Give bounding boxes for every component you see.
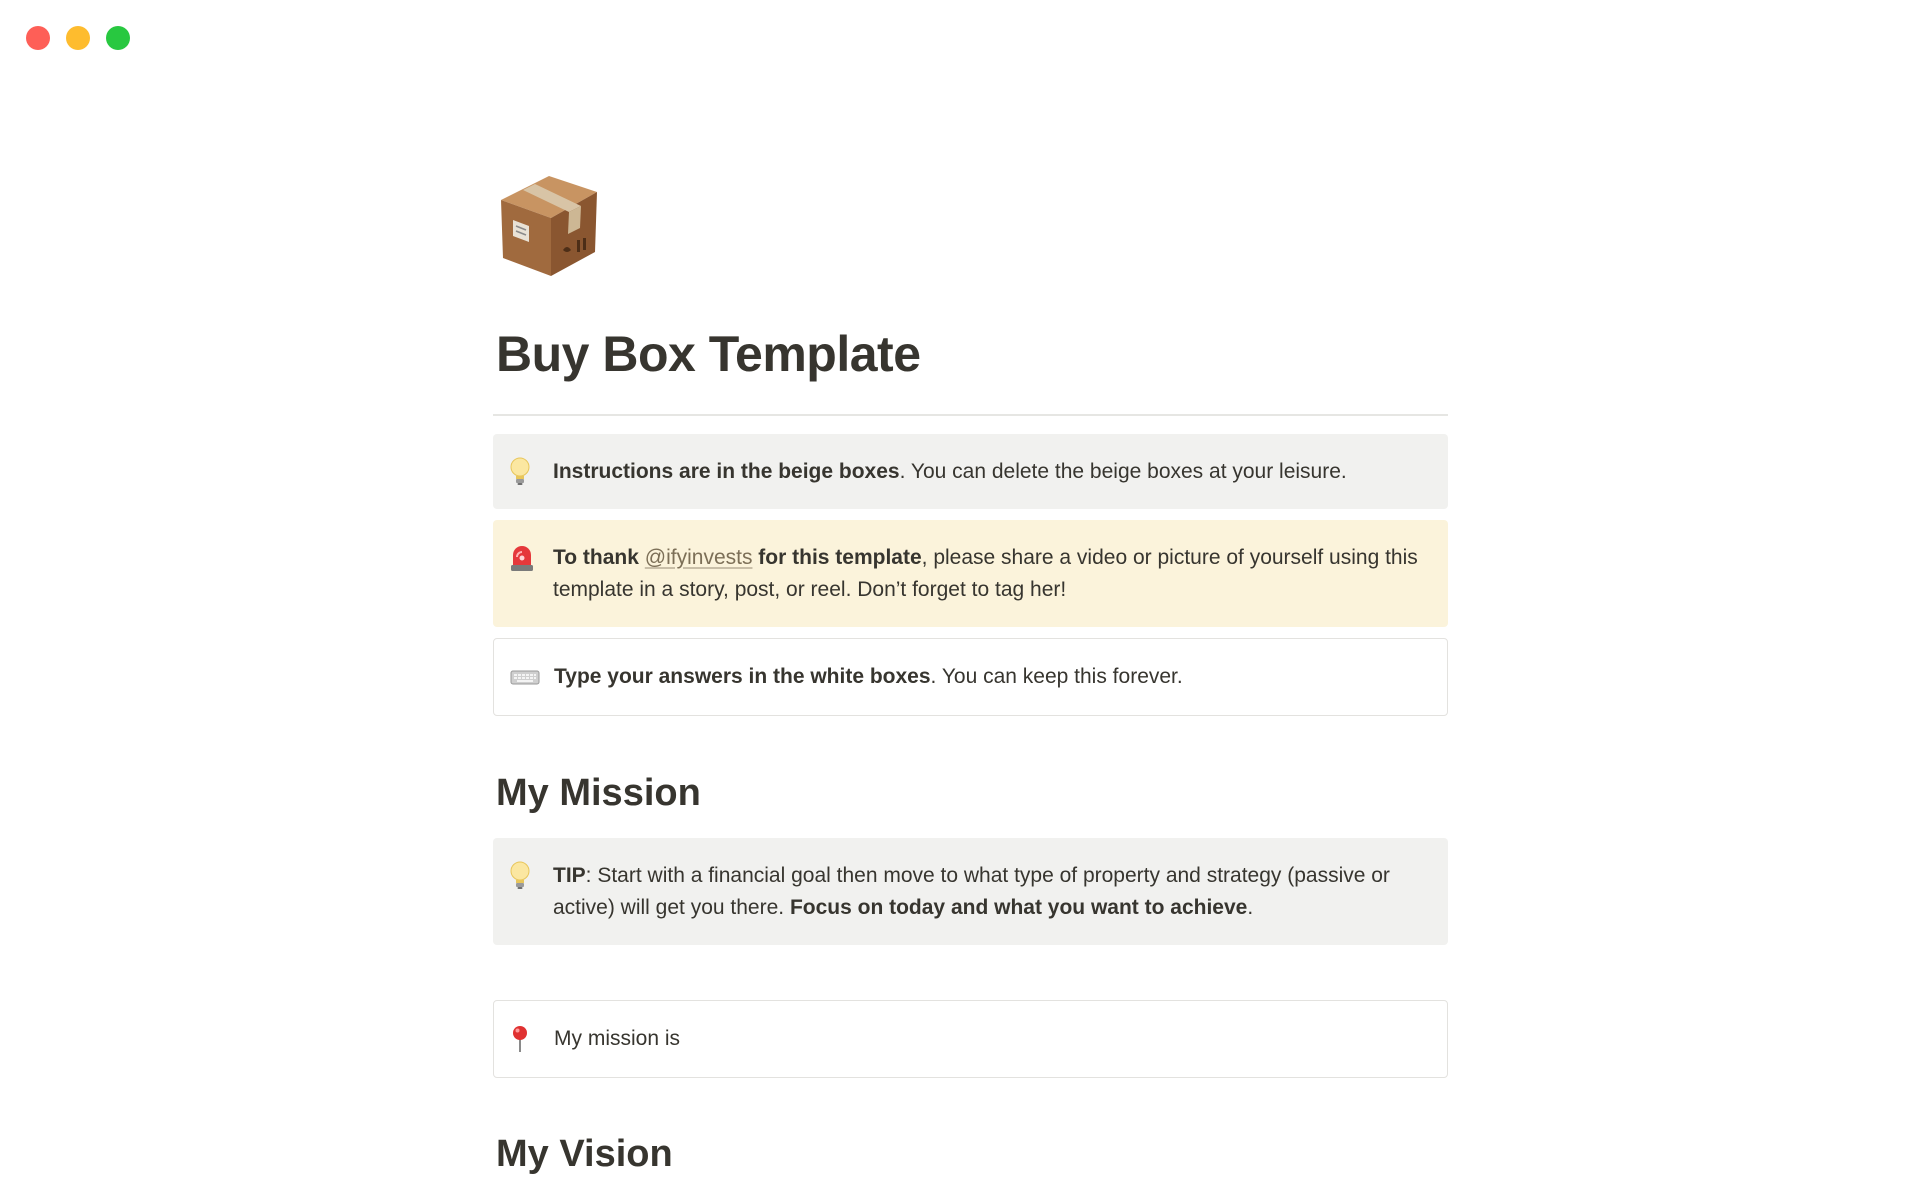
tip-label: TIP <box>553 864 586 887</box>
package-box-icon[interactable] <box>493 168 605 280</box>
siren-icon <box>509 542 553 574</box>
lightbulb-icon <box>509 456 553 488</box>
callout-bold-text: To thank <box>553 546 645 569</box>
callout-text: . <box>1247 896 1254 919</box>
callout-thank-you[interactable]: To thank @ifyinvests for this template, … <box>493 520 1448 627</box>
callout-mission-tip-text: TIP: Start with a financial goal then mo… <box>553 860 1428 924</box>
heading-my-vision[interactable]: My Vision <box>496 1133 673 1176</box>
mention-link[interactable]: @ifyinvests <box>645 546 753 569</box>
callout-white-boxes-text: Type your answers in the white boxes. Yo… <box>554 661 1427 693</box>
callout-thank-you-text: To thank @ifyinvests for this template, … <box>553 542 1428 606</box>
close-window-button[interactable] <box>26 26 50 50</box>
round-pushpin-icon <box>510 1023 554 1055</box>
maximize-window-button[interactable] <box>106 26 130 50</box>
callout-bold-text: for this template <box>752 546 922 569</box>
app-window: Buy Box Template Instructions are in the… <box>0 0 1920 1200</box>
heading-my-mission[interactable]: My Mission <box>496 772 701 815</box>
callout-instructions[interactable]: Instructions are in the beige boxes. You… <box>493 434 1448 509</box>
keyboard-icon <box>510 661 554 693</box>
minimize-window-button[interactable] <box>66 26 90 50</box>
page-title[interactable]: Buy Box Template <box>496 325 921 383</box>
callout-instructions-text: Instructions are in the beige boxes. You… <box>553 456 1428 488</box>
callout-text: . You can delete the beige boxes at your… <box>899 460 1347 483</box>
callout-white-boxes[interactable]: Type your answers in the white boxes. Yo… <box>493 638 1448 716</box>
title-divider <box>493 414 1448 416</box>
callout-bold-text: Focus on today and what you want to achi… <box>789 896 1248 919</box>
window-controls <box>26 26 130 50</box>
lightbulb-icon <box>509 860 553 892</box>
callout-mission-tip[interactable]: TIP: Start with a financial goal then mo… <box>493 838 1448 945</box>
callout-bold-text: Type your answers in the white boxes <box>554 665 931 688</box>
callout-mission-answer[interactable]: My mission is <box>493 1000 1448 1078</box>
callout-text: . You can keep this forever. <box>930 665 1183 688</box>
callout-bold-text: Instructions are in the beige boxes <box>553 460 900 483</box>
mission-answer-text[interactable]: My mission is <box>554 1023 1427 1055</box>
